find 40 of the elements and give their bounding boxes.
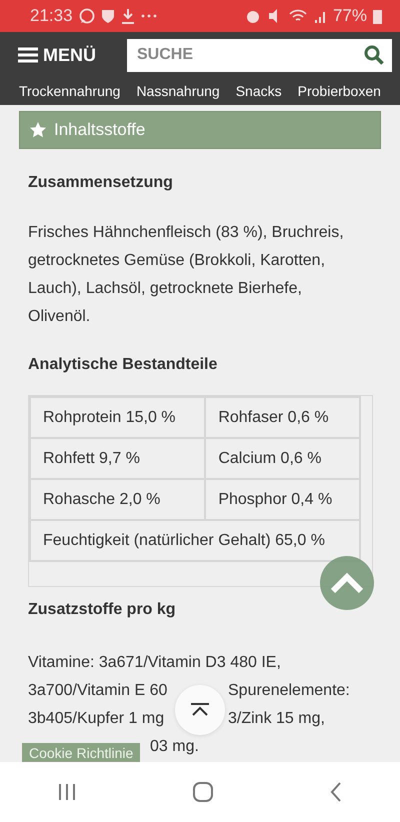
section-heading: Analytische Bestandteile (28, 356, 218, 374)
nav-link[interactable]: Nassnahrung (136, 83, 220, 99)
additives-text: 3/Zink 15 mg, (228, 709, 325, 729)
clock-time: 21:33 (30, 6, 73, 26)
composition-text: Frisches Hähnchenfleisch (83 %), Bruchreis, getrocknetes Gemüse (Brokkoli, Karotten, Lauch), Lachsöl, getrocknete Bierhefe, Olivenöl. (28, 223, 345, 327)
recent-apps-icon[interactable] (58, 783, 76, 801)
additives-text: 3a700/Vitamin E 60 (28, 682, 168, 699)
table-cell: Phosphor 0,4 % (205, 479, 360, 520)
home-icon[interactable] (192, 781, 214, 803)
back-icon[interactable] (330, 782, 342, 802)
additives-text: Vitamine: 3a671/Vitamin D3 480 IE, (28, 653, 281, 673)
table-cell: Rohfett 9,7 % (30, 438, 206, 479)
section-heading: Zusammensetzung (28, 174, 174, 192)
more-dots-icon (140, 14, 157, 18)
download-icon (120, 8, 135, 24)
shield-icon (100, 8, 115, 24)
table-cell: Rohprotein 15,0 % (30, 397, 206, 438)
nav-link[interactable]: Trockennahrung (19, 83, 120, 99)
table-cell: Rohasche 2,0 % (30, 479, 206, 520)
search-field[interactable]: SUCHE (127, 38, 392, 72)
menu-button[interactable]: MENÜ (18, 44, 127, 66)
additives-text: 3b405/Kupfer 1 mg (28, 710, 164, 727)
scroll-top-button[interactable] (175, 685, 225, 735)
nav-link[interactable]: Snacks (236, 83, 282, 99)
scroll-top-icon (190, 702, 210, 718)
additives-text: 03 mg. (150, 737, 199, 757)
nav-link[interactable]: Probierboxen (298, 83, 381, 99)
chat-bubble-icon (78, 8, 95, 24)
section-title: Inhaltsstoffe (54, 120, 146, 140)
table-cell: Calcium 0,6 % (205, 438, 360, 479)
scroll-up-button[interactable] (320, 556, 374, 610)
menu-icon (18, 47, 38, 63)
additives-text: Spurenelemente: (228, 681, 350, 701)
battery-percent: 77% (332, 6, 367, 26)
star-icon (30, 122, 46, 138)
section-heading: Zusatzstoffe pro kg (28, 601, 177, 619)
chevron-up-icon (330, 572, 364, 594)
search-icon[interactable] (364, 44, 384, 64)
table-cell: Rohfaser 0,6 % (205, 397, 360, 438)
battery-icon (373, 8, 382, 24)
